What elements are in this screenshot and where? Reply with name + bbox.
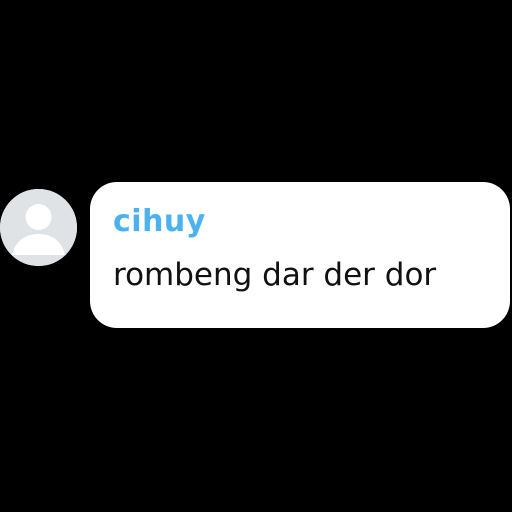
comment-message: rombeng dar der dor — [113, 257, 437, 293]
comment-username[interactable]: cihuy — [113, 204, 510, 240]
comment-sticker: cihuy rombeng dar der dor — [0, 0, 512, 512]
user-placeholder-icon — [0, 189, 77, 266]
user-avatar[interactable] — [0, 189, 77, 266]
comment-bubble: cihuy rombeng dar der dor — [90, 182, 510, 328]
